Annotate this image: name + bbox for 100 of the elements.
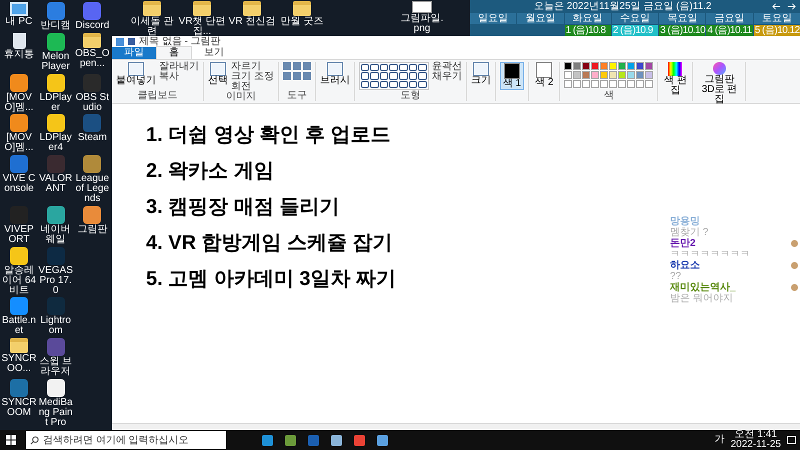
folder-icon[interactable] xyxy=(10,338,28,354)
palette-swatch[interactable] xyxy=(645,71,654,79)
ribbon-small-button[interactable]: 잘라내기 xyxy=(159,62,199,72)
ribbon-small-button[interactable]: 크기 조정 xyxy=(231,72,274,82)
icon-label[interactable]: Steam xyxy=(78,133,107,144)
icon-label[interactable]: VIVEPORT xyxy=(1,224,37,245)
color-selector[interactable]: 색 2 xyxy=(533,62,556,88)
palette-swatch[interactable] xyxy=(582,71,590,79)
icon-label[interactable]: [MOVO]멤... xyxy=(1,133,37,154)
icon-label[interactable]: 만월 굿즈 xyxy=(280,17,324,27)
app-icon[interactable] xyxy=(10,114,28,132)
icon-label[interactable]: VR챗 단편집... xyxy=(178,17,226,37)
ribbon-small-button[interactable]: 자르기 xyxy=(231,62,274,72)
icon-label[interactable]: LDPlayer xyxy=(38,92,74,113)
icon-label[interactable]: VIVE Console xyxy=(1,174,37,194)
edit-colors-button[interactable]: 색 편집 xyxy=(662,62,688,96)
icon-label[interactable]: VALORANT xyxy=(38,174,74,194)
folder-icon[interactable] xyxy=(83,32,102,48)
icon-label[interactable]: 네이버 웨일 xyxy=(38,224,74,245)
palette-swatch[interactable] xyxy=(636,71,644,79)
ribbon-button[interactable]: 선택 xyxy=(208,62,228,86)
icon-label[interactable]: OBS Studio xyxy=(74,92,110,113)
palette-swatch[interactable] xyxy=(564,71,572,79)
palette-swatch[interactable] xyxy=(600,71,608,79)
palette-swatch[interactable] xyxy=(564,62,572,70)
icon-label[interactable]: MediBang Paint Pro xyxy=(38,398,74,428)
palette-swatch[interactable] xyxy=(636,80,644,88)
palette-swatch[interactable] xyxy=(582,62,590,70)
taskbar-app-icon[interactable] xyxy=(331,434,342,446)
app-icon[interactable] xyxy=(46,114,65,132)
ribbon-small-button[interactable]: 회전 xyxy=(231,82,274,92)
icon-label[interactable]: SYNCROOM xyxy=(1,398,37,418)
taskbar-app-icon[interactable] xyxy=(354,434,365,446)
icon-label[interactable]: OBS_Open... xyxy=(74,48,110,69)
ribbon-tab[interactable]: 파일 xyxy=(112,47,156,59)
app-icon[interactable] xyxy=(46,378,65,397)
shapes-gallery[interactable] xyxy=(358,62,429,90)
palette-swatch[interactable] xyxy=(618,80,626,88)
palette-swatch[interactable] xyxy=(645,62,654,70)
recycle-bin-icon[interactable] xyxy=(12,32,26,49)
palette-swatch[interactable] xyxy=(618,62,626,70)
app-icon[interactable] xyxy=(10,74,28,92)
palette-swatch[interactable] xyxy=(636,62,644,70)
palette-swatch[interactable] xyxy=(582,80,590,88)
palette-swatch[interactable] xyxy=(573,71,582,79)
taskbar-app-icon[interactable] xyxy=(285,434,296,446)
ribbon-button[interactable]: 붙여넣기 xyxy=(116,62,156,86)
palette-swatch[interactable] xyxy=(573,62,582,70)
icon-label[interactable]: 반디캠 xyxy=(40,21,71,31)
palette-swatch[interactable] xyxy=(609,62,618,70)
palette-swatch[interactable] xyxy=(591,80,600,88)
app-icon[interactable] xyxy=(46,32,65,51)
icon-label[interactable]: LDPlayer4 xyxy=(38,133,74,154)
icon-label[interactable]: 휴지통 xyxy=(4,50,34,60)
ribbon-small-button[interactable]: 채우기 xyxy=(432,72,462,82)
tools-grid[interactable] xyxy=(282,62,311,80)
icon-label[interactable]: 알송레이어 64 비트 xyxy=(1,266,37,296)
icon-label[interactable]: 내 PC xyxy=(6,17,32,27)
icon-label[interactable]: [MOVO]멤... xyxy=(1,92,37,113)
palette-swatch[interactable] xyxy=(645,80,654,88)
ribbon-tab[interactable]: 보기 xyxy=(192,47,236,59)
palette-swatch[interactable] xyxy=(627,80,636,88)
taskbar-app-icon[interactable] xyxy=(377,434,388,446)
palette-swatch[interactable] xyxy=(609,80,618,88)
day-cell[interactable]: 3 (음)10.10 xyxy=(659,25,706,36)
palette-swatch[interactable] xyxy=(564,80,572,88)
ime-indicator[interactable]: 가 xyxy=(714,435,725,445)
ribbon-small-button[interactable]: 복사 xyxy=(159,72,199,82)
day-cell[interactable]: 1 (음)10.8 xyxy=(564,25,611,36)
palette-swatch[interactable] xyxy=(591,62,600,70)
color-selector[interactable]: 색 1 xyxy=(500,62,524,90)
palette-swatch[interactable] xyxy=(627,71,636,79)
search-field[interactable]: 검색하려면 여기에 입력하십시오 xyxy=(26,431,226,449)
palette-swatch[interactable] xyxy=(627,62,636,70)
ribbon-tab[interactable]: 홈 xyxy=(156,46,192,59)
app-icon[interactable] xyxy=(83,206,102,224)
palette-swatch[interactable] xyxy=(609,71,618,79)
icon-label[interactable]: League of Legends xyxy=(74,174,110,204)
clock[interactable]: 오전 1:41 2022-11-25 xyxy=(730,430,781,450)
taskbar-app-icon[interactable] xyxy=(262,434,273,446)
windows-start-icon[interactable] xyxy=(6,435,16,445)
day-cell[interactable]: 4 (음)10.11 xyxy=(706,25,753,36)
forward-arrow-icon[interactable] xyxy=(787,2,796,11)
image-file-icon[interactable] xyxy=(412,1,432,13)
icon-label[interactable]: SYNCROO... xyxy=(1,354,37,374)
ribbon-button[interactable]: 크기 xyxy=(470,62,491,86)
icon-label[interactable]: VR 천신검 xyxy=(228,17,276,27)
palette-swatch[interactable] xyxy=(591,71,600,79)
app-icon[interactable] xyxy=(46,206,65,224)
palette-swatch[interactable] xyxy=(618,71,626,79)
icon-label[interactable]: Melon Player xyxy=(38,52,74,72)
icon-label[interactable]: Battle.net xyxy=(1,316,37,336)
ribbon-button[interactable]: 브러시 xyxy=(320,62,350,86)
icon-label[interactable]: Discord xyxy=(75,21,110,31)
icon-label[interactable]: 스윕 브라우저 xyxy=(38,357,74,378)
palette-swatch[interactable] xyxy=(600,62,608,70)
icon-label[interactable]: VEGAS Pro 17.0 xyxy=(38,266,74,296)
app-icon[interactable] xyxy=(10,246,28,265)
back-arrow-icon[interactable] xyxy=(772,2,781,11)
app-icon[interactable] xyxy=(46,74,65,92)
